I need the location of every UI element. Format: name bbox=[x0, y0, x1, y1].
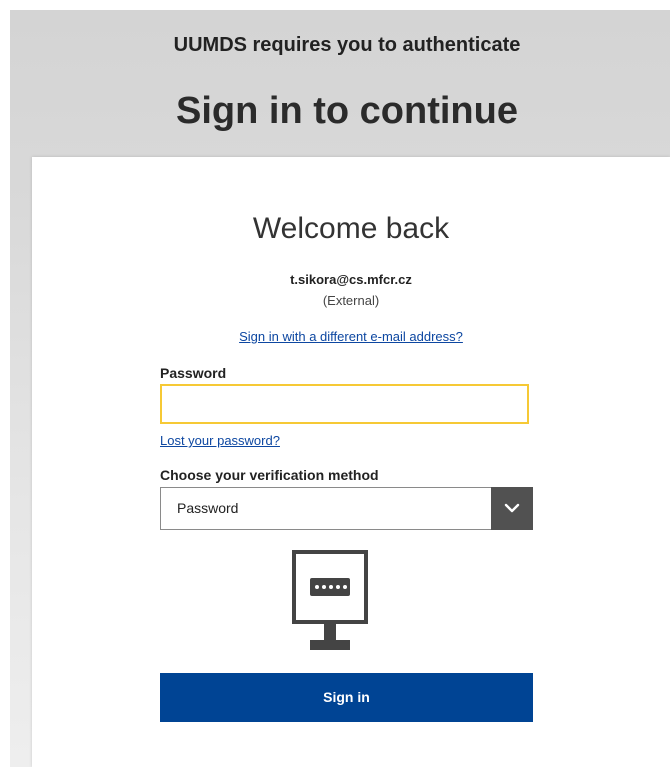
different-email-link[interactable]: Sign in with a different e-mail address? bbox=[32, 329, 670, 344]
welcome-heading: Welcome back bbox=[252, 212, 450, 245]
page-title: Sign in to continue bbox=[176, 90, 518, 132]
sign-in-button[interactable]: Sign in bbox=[160, 673, 533, 722]
chevron-down-icon bbox=[504, 503, 520, 513]
password-input[interactable] bbox=[160, 384, 529, 424]
auth-required-text: UUMDS requires you to authenticate bbox=[173, 34, 521, 56]
login-card: Welcome back t.sikora@cs.mfcr.cz (Extern… bbox=[32, 157, 670, 767]
verification-method-select[interactable]: Password bbox=[160, 487, 533, 530]
password-label: Password bbox=[160, 365, 227, 381]
monitor-password-icon bbox=[292, 550, 370, 659]
user-email: t.sikora@cs.mfcr.cz bbox=[290, 272, 412, 287]
lost-password-link[interactable]: Lost your password? bbox=[160, 433, 280, 448]
page-background: UUMDS requires you to authenticate Sign … bbox=[10, 10, 670, 767]
account-type: (External) bbox=[322, 293, 380, 308]
dropdown-button[interactable] bbox=[491, 487, 533, 530]
verification-method-value: Password bbox=[177, 500, 239, 516]
verification-method-label: Choose your verification method bbox=[160, 467, 379, 483]
